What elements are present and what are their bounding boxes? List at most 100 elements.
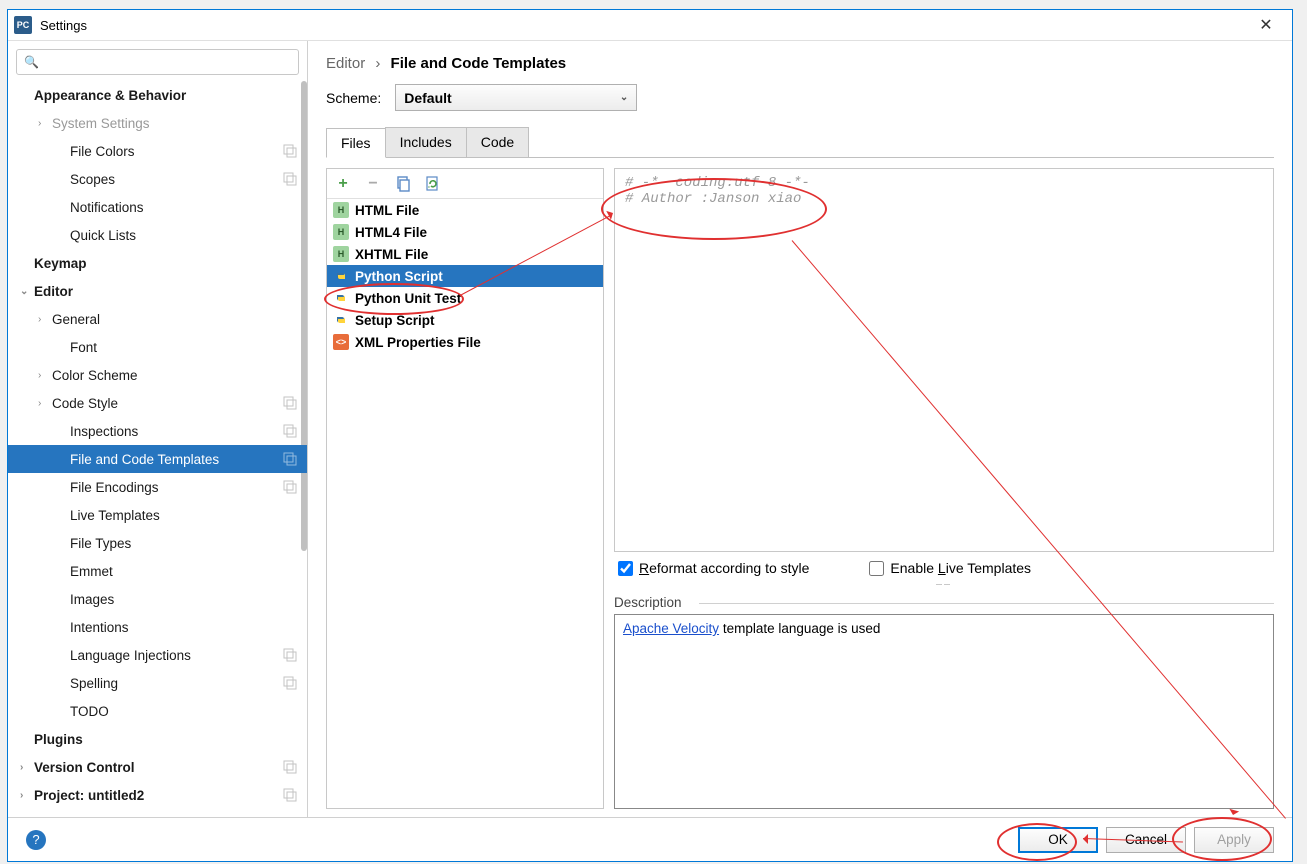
add-icon[interactable]: + bbox=[335, 176, 351, 192]
template-item-label: XHTML File bbox=[355, 247, 428, 262]
tree-item[interactable]: ›General bbox=[8, 305, 307, 333]
settings-tree[interactable]: Appearance & Behavior›System SettingsFil… bbox=[8, 81, 307, 817]
chevron-down-icon: ⌄ bbox=[620, 92, 628, 103]
tree-item[interactable]: Appearance & Behavior bbox=[8, 81, 307, 109]
tree-item-label: Live Templates bbox=[70, 508, 307, 523]
tree-item[interactable]: Notifications bbox=[8, 193, 307, 221]
help-icon[interactable]: ? bbox=[26, 830, 46, 850]
tree-item-label: File Types bbox=[70, 536, 307, 551]
scope-badge-icon bbox=[283, 648, 297, 662]
tree-item[interactable]: File and Code Templates bbox=[8, 445, 307, 473]
tree-item[interactable]: Language Injections bbox=[8, 641, 307, 669]
template-item-label: XML Properties File bbox=[355, 335, 481, 350]
tree-item[interactable]: ›Build, Execution, Deployment bbox=[8, 809, 307, 817]
tree-item[interactable]: Live Templates bbox=[8, 501, 307, 529]
scope-badge-icon bbox=[283, 396, 297, 410]
main-panel: Editor › File and Code Templates Scheme:… bbox=[308, 41, 1292, 817]
reformat-checkbox[interactable] bbox=[618, 561, 633, 576]
template-item[interactable]: HXHTML File bbox=[327, 243, 603, 265]
tree-item[interactable]: Intentions bbox=[8, 613, 307, 641]
tree-item-label: Quick Lists bbox=[70, 228, 307, 243]
tree-item-label: Intentions bbox=[70, 620, 307, 635]
tree-item[interactable]: File Types bbox=[8, 529, 307, 557]
template-item[interactable]: Python Unit Test bbox=[327, 287, 603, 309]
tab-includes[interactable]: Includes bbox=[385, 127, 467, 157]
file-type-icon bbox=[333, 312, 349, 328]
expand-icon: › bbox=[38, 118, 52, 129]
search-input[interactable] bbox=[16, 49, 299, 75]
scope-badge-icon bbox=[283, 424, 297, 438]
template-item-label: HTML4 File bbox=[355, 225, 427, 240]
tree-item[interactable]: Images bbox=[8, 585, 307, 613]
tree-item-label: Build, Execution, Deployment bbox=[34, 816, 307, 818]
enable-live-templates-checkbox[interactable] bbox=[869, 561, 884, 576]
description-box: Apache Velocity template language is use… bbox=[614, 614, 1274, 809]
template-item[interactable]: HHTML4 File bbox=[327, 221, 603, 243]
tree-item-label: Spelling bbox=[70, 676, 283, 691]
tree-item[interactable]: ›Version Control bbox=[8, 753, 307, 781]
remove-icon[interactable]: − bbox=[365, 176, 381, 192]
file-type-icon: <> bbox=[333, 334, 349, 350]
tree-item[interactable]: ›Color Scheme bbox=[8, 361, 307, 389]
tree-item-label: General bbox=[52, 312, 307, 327]
template-item-label: Setup Script bbox=[355, 313, 435, 328]
template-item[interactable]: HHTML File bbox=[327, 199, 603, 221]
template-editor[interactable]: # -*- coding:utf-8 -*- # Author :Janson … bbox=[614, 168, 1274, 552]
tree-item-label: System Settings bbox=[52, 116, 307, 131]
tree-item-label: File Encodings bbox=[70, 480, 283, 495]
tree-item[interactable]: Plugins bbox=[8, 725, 307, 753]
expand-icon: › bbox=[20, 790, 34, 801]
template-item[interactable]: Setup Script bbox=[327, 309, 603, 331]
tree-item[interactable]: File Encodings bbox=[8, 473, 307, 501]
tab-files[interactable]: Files bbox=[326, 128, 386, 158]
tree-item-label: Project: untitled2 bbox=[34, 788, 283, 803]
tree-item[interactable]: Scopes bbox=[8, 165, 307, 193]
copy-icon[interactable] bbox=[395, 176, 411, 192]
expand-icon: › bbox=[38, 398, 52, 409]
tree-item[interactable]: TODO bbox=[8, 697, 307, 725]
tree-item-label: Code Style bbox=[52, 396, 283, 411]
cancel-button[interactable]: Cancel bbox=[1106, 827, 1186, 853]
tree-item[interactable]: ⌄Editor bbox=[8, 277, 307, 305]
scope-badge-icon bbox=[283, 788, 297, 802]
tree-item[interactable]: Font bbox=[8, 333, 307, 361]
breadcrumb-section[interactable]: Editor bbox=[326, 55, 365, 72]
tree-item[interactable]: Spelling bbox=[8, 669, 307, 697]
tree-item-label: Editor bbox=[34, 284, 307, 299]
refresh-icon[interactable] bbox=[425, 176, 441, 192]
expand-icon: › bbox=[38, 370, 52, 381]
expand-icon: › bbox=[20, 762, 34, 773]
tree-item[interactable]: ›System Settings bbox=[8, 109, 307, 137]
tree-item[interactable]: ›Code Style bbox=[8, 389, 307, 417]
close-icon[interactable]: ✕ bbox=[1246, 15, 1286, 35]
template-item-label: Python Script bbox=[355, 269, 443, 284]
titlebar: PC Settings ✕ bbox=[8, 10, 1292, 41]
tree-item-label: Notifications bbox=[70, 200, 307, 215]
tree-item-label: Keymap bbox=[34, 256, 307, 271]
enable-live-templates-label[interactable]: Enable Live Templates bbox=[869, 560, 1031, 576]
tree-item[interactable]: File Colors bbox=[8, 137, 307, 165]
app-icon: PC bbox=[14, 16, 32, 34]
template-list[interactable]: HHTML FileHHTML4 FileHXHTML File Python S… bbox=[327, 199, 603, 808]
tree-item-label: Language Injections bbox=[70, 648, 283, 663]
scope-badge-icon bbox=[283, 172, 297, 186]
apply-button[interactable]: Apply bbox=[1194, 827, 1274, 853]
tree-item[interactable]: Emmet bbox=[8, 557, 307, 585]
tree-item-label: File and Code Templates bbox=[70, 452, 283, 467]
tab-code[interactable]: Code bbox=[466, 127, 529, 157]
chevron-right-icon: › bbox=[375, 55, 380, 72]
ok-button[interactable]: OK bbox=[1018, 827, 1098, 853]
file-type-icon bbox=[333, 290, 349, 306]
tree-item[interactable]: Inspections bbox=[8, 417, 307, 445]
tree-item-label: Images bbox=[70, 592, 307, 607]
apache-velocity-link[interactable]: Apache Velocity bbox=[623, 621, 719, 636]
template-item[interactable]: <> XML Properties File bbox=[327, 331, 603, 353]
scheme-select[interactable]: Default ⌄ bbox=[395, 84, 637, 111]
reformat-checkbox-label[interactable]: Reformat according to style bbox=[618, 560, 809, 576]
tree-item-label: Scopes bbox=[70, 172, 283, 187]
template-item[interactable]: Python Script bbox=[327, 265, 603, 287]
tree-item[interactable]: ›Project: untitled2 bbox=[8, 781, 307, 809]
tree-item[interactable]: Quick Lists bbox=[8, 221, 307, 249]
resize-grip[interactable]: ┄┄ bbox=[614, 580, 1274, 591]
tree-item[interactable]: Keymap bbox=[8, 249, 307, 277]
